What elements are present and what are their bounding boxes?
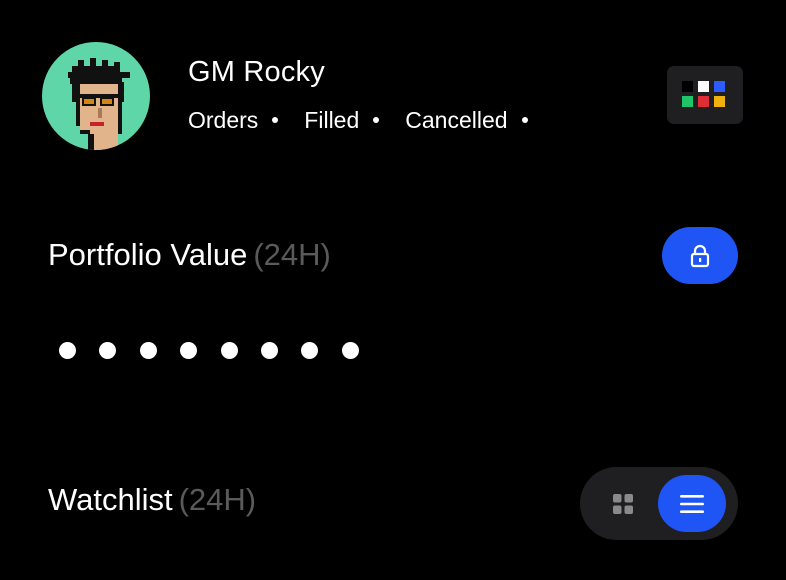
- mask-dot: [220, 342, 238, 359]
- pixel-punk-avatar-icon: [68, 58, 130, 150]
- watchlist-period: (24H): [178, 482, 257, 517]
- hide-balance-button[interactable]: [662, 227, 738, 284]
- mask-dot: [301, 342, 319, 359]
- greeting-title: GM Rocky: [188, 56, 325, 88]
- bullet-icon: [521, 117, 528, 123]
- orders-link[interactable]: Orders: [188, 107, 304, 134]
- color-grid-icon: [682, 81, 725, 107]
- filled-link[interactable]: Filled: [304, 107, 405, 134]
- grid-view-button[interactable]: [608, 489, 638, 519]
- masked-portfolio-value: [59, 342, 382, 359]
- mask-dot: [341, 342, 359, 359]
- mask-dot: [180, 342, 198, 359]
- order-filter-links: Orders Filled Cancelled: [188, 104, 554, 136]
- portfolio-value-heading: Portfolio Value (24H): [48, 235, 331, 275]
- profile-page: GM Rocky Orders Filled Cancelled Portfol…: [0, 0, 786, 580]
- list-icon: [680, 494, 704, 513]
- watchlist-title: Watchlist: [48, 482, 173, 517]
- filled-link-label: Filled: [304, 106, 360, 133]
- portfolio-period: (24H): [253, 237, 331, 272]
- cancelled-link-label: Cancelled: [405, 106, 508, 133]
- avatar[interactable]: [42, 42, 150, 150]
- grid-icon: [613, 494, 633, 514]
- cancelled-link[interactable]: Cancelled: [405, 107, 553, 134]
- bullet-icon: [272, 117, 279, 123]
- mask-dot: [99, 342, 117, 359]
- orders-link-label: Orders: [188, 106, 259, 133]
- mask-dot: [139, 342, 157, 359]
- mask-dot: [260, 342, 278, 359]
- lock-icon: [690, 244, 710, 267]
- view-mode-toggle: [580, 467, 738, 540]
- watchlist-heading: Watchlist (24H): [48, 480, 256, 520]
- bullet-icon: [373, 117, 380, 123]
- list-view-button[interactable]: [658, 475, 726, 532]
- mask-dot: [59, 342, 76, 359]
- app-switch-button[interactable]: [667, 66, 743, 124]
- portfolio-title: Portfolio Value: [48, 237, 248, 272]
